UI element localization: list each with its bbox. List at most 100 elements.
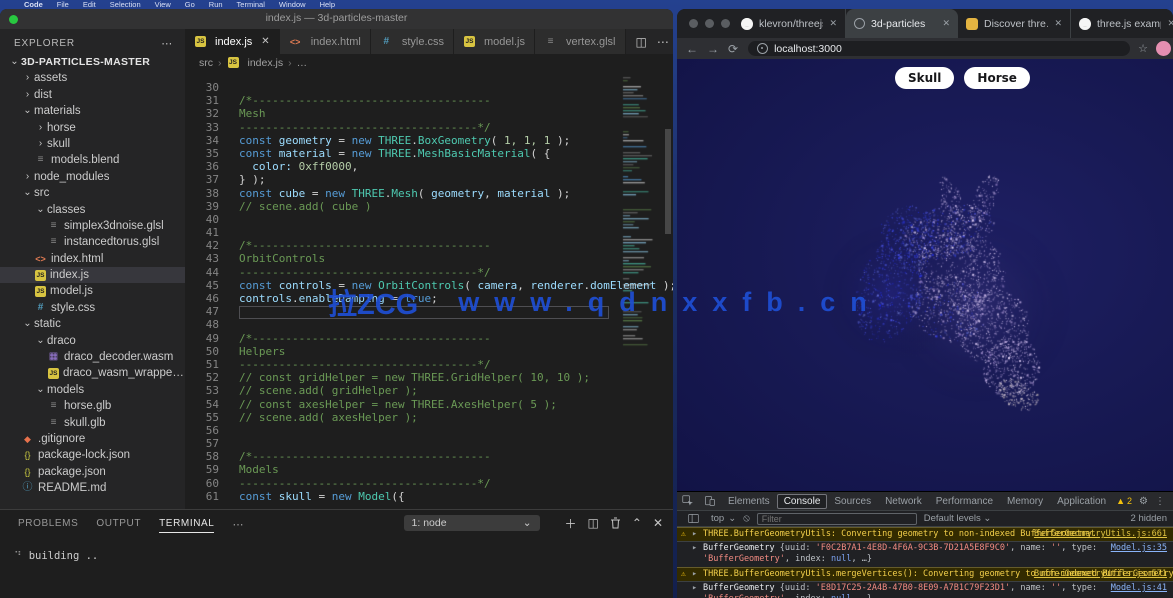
browser-tab-2[interactable]: 3d-particles✕ xyxy=(846,9,958,38)
menu-item-view[interactable]: View xyxy=(155,0,171,9)
devtools-tab-network[interactable]: Network xyxy=(878,494,929,509)
traffic-light-zoom[interactable] xyxy=(721,19,730,28)
close-tab-icon[interactable]: ✕ xyxy=(1054,18,1062,29)
devtools-tab-memory[interactable]: Memory xyxy=(1000,494,1050,509)
devtools-tab-application[interactable]: Application xyxy=(1050,494,1113,509)
skull-button[interactable]: Skull xyxy=(895,67,954,89)
kill-terminal-icon[interactable] xyxy=(610,517,621,529)
menu-item-terminal[interactable]: Terminal xyxy=(237,0,265,9)
tree-item-index.html[interactable]: <>index.html xyxy=(0,251,185,267)
inspect-element-icon[interactable] xyxy=(682,495,694,507)
close-tab-icon[interactable]: ✕ xyxy=(261,36,269,47)
menu-item-run[interactable]: Run xyxy=(209,0,223,9)
tree-item-models.blend[interactable]: ≡models.blend xyxy=(0,152,185,168)
tree-item-package-lock.json[interactable]: {}package-lock.json xyxy=(0,447,185,463)
menu-item-go[interactable]: Go xyxy=(185,0,195,9)
devtools-tab-console[interactable]: Console xyxy=(777,494,828,509)
tree-item-instancedtorus.glsl[interactable]: ≡instancedtorus.glsl xyxy=(0,234,185,250)
menu-item-edit[interactable]: Edit xyxy=(83,0,96,9)
editor-tab-style.css[interactable]: #style.css xyxy=(371,29,454,54)
editor-tab-vertex.glsl[interactable]: ≡vertex.glsl xyxy=(535,29,626,54)
reload-icon[interactable]: ⟳ xyxy=(728,42,738,56)
source-link[interactable]: Model.js:35 xyxy=(1111,543,1167,554)
close-tab-icon[interactable]: ✕ xyxy=(942,18,950,29)
back-icon[interactable]: ← xyxy=(686,42,698,56)
site-info-icon[interactable] xyxy=(757,43,768,54)
tree-item-3d-particles-master[interactable]: ⌄3D-PARTICLES-MASTER xyxy=(0,54,185,70)
tree-item-node_modules[interactable]: ›node_modules xyxy=(0,169,185,185)
tree-item-package.json[interactable]: {}package.json xyxy=(0,464,185,480)
tree-item-materials[interactable]: ⌄materials xyxy=(0,103,185,119)
close-tab-icon[interactable]: ✕ xyxy=(829,18,837,29)
tree-item-style.css[interactable]: #style.css xyxy=(0,300,185,316)
console-context-select[interactable]: top ⌄ xyxy=(711,513,736,524)
breadcrumb-item[interactable]: index.js xyxy=(248,57,284,69)
threejs-canvas[interactable] xyxy=(677,59,1173,491)
profile-avatar[interactable] xyxy=(1156,41,1171,56)
tree-item-horse.glb[interactable]: ≡horse.glb xyxy=(0,398,185,414)
editor-tab-index.html[interactable]: <>index.html xyxy=(280,29,371,54)
tree-item-src[interactable]: ⌄src xyxy=(0,185,185,201)
console-sidebar-icon[interactable] xyxy=(688,513,699,524)
tree-item-draco_wasm_wrapper.js[interactable]: JSdraco_wasm_wrapper.js xyxy=(0,365,185,381)
panel-tab-output[interactable]: OUTPUT xyxy=(96,513,141,533)
browser-tab-1[interactable]: klevron/threejs-to…✕ xyxy=(733,9,846,38)
terminal-shell-select[interactable]: 1: node ⌄ xyxy=(404,515,540,531)
expand-caret-icon[interactable]: ▸ xyxy=(692,529,697,539)
split-editor-icon[interactable]: ◫ xyxy=(636,35,647,49)
expand-caret-icon[interactable]: ▸ xyxy=(692,583,697,594)
tree-item-draco[interactable]: ⌄draco xyxy=(0,333,185,349)
devtools-tab-elements[interactable]: Elements xyxy=(721,494,777,509)
bookmark-star-icon[interactable]: ☆ xyxy=(1138,42,1148,55)
maximize-panel-icon[interactable]: ⌃ xyxy=(632,516,642,530)
split-terminal-icon[interactable]: ◫ xyxy=(588,516,599,530)
tree-item-skull[interactable]: ›skull xyxy=(0,136,185,152)
breadcrumb-item[interactable]: … xyxy=(297,57,308,69)
explorer-more-actions-icon[interactable]: ⋯ xyxy=(161,37,173,50)
tree-item-index.js[interactable]: JSindex.js xyxy=(0,267,185,283)
log-levels-select[interactable]: Default levels ⌄ xyxy=(924,513,992,524)
traffic-light-minimize[interactable] xyxy=(705,19,714,28)
browser-tab-3[interactable]: Discover thre…✕ xyxy=(958,9,1071,38)
devtools-tab-performance[interactable]: Performance xyxy=(929,494,1000,509)
horse-button[interactable]: Horse xyxy=(964,67,1030,89)
breadcrumb-item[interactable]: src xyxy=(199,57,213,69)
devtools-settings-icon[interactable]: ⚙ xyxy=(1139,496,1148,507)
editor-tab-index.js[interactable]: JSindex.js✕ xyxy=(185,29,280,54)
traffic-light-close[interactable] xyxy=(689,19,698,28)
warning-count-badge[interactable]: ▲2 xyxy=(1116,496,1132,506)
menu-item-window[interactable]: Window xyxy=(279,0,306,9)
hidden-messages-label[interactable]: 2 hidden xyxy=(1131,513,1167,524)
editor-more-actions-icon[interactable]: ⋯ xyxy=(657,35,669,49)
tree-item-draco_decoder.wasm[interactable]: ▦draco_decoder.wasm xyxy=(0,349,185,365)
close-panel-icon[interactable]: ✕ xyxy=(653,516,663,530)
panel-tab-terminal[interactable]: TERMINAL xyxy=(159,513,214,533)
tree-item-models[interactable]: ⌄models xyxy=(0,382,185,398)
clear-console-icon[interactable]: ⦸ xyxy=(743,513,750,524)
tree-item-dist[interactable]: ›dist xyxy=(0,87,185,103)
menu-item-selection[interactable]: Selection xyxy=(110,0,141,9)
tree-item-static[interactable]: ⌄static xyxy=(0,316,185,332)
menu-item-file[interactable]: File xyxy=(57,0,69,9)
expand-caret-icon[interactable]: ▸ xyxy=(692,543,697,554)
menu-item-help[interactable]: Help xyxy=(320,0,335,9)
terminal-output[interactable]: ⠙ building .. xyxy=(0,536,673,562)
tree-item-skull.glb[interactable]: ≡skull.glb xyxy=(0,415,185,431)
device-toolbar-icon[interactable] xyxy=(704,495,716,507)
forward-icon[interactable]: → xyxy=(707,42,719,56)
vscode-titlebar[interactable]: index.js — 3d-particles-master xyxy=(0,9,673,30)
tree-item-horse[interactable]: ›horse xyxy=(0,120,185,136)
editor-scrollbar[interactable] xyxy=(663,71,673,510)
console-filter-input[interactable] xyxy=(757,513,917,525)
tree-item-classes[interactable]: ⌄classes xyxy=(0,202,185,218)
menu-item-code[interactable]: Code xyxy=(24,0,43,9)
tree-item-model.js[interactable]: JSmodel.js xyxy=(0,283,185,299)
scrollbar-thumb[interactable] xyxy=(665,129,671,234)
tree-item-readme.md[interactable]: ⓘREADME.md xyxy=(0,480,185,496)
breadcrumb[interactable]: src›JSindex.js›… xyxy=(185,54,673,71)
editor-tab-model.js[interactable]: JSmodel.js xyxy=(454,29,535,54)
code-editor[interactable]: 3031/*----------------------------------… xyxy=(185,71,673,510)
minimap[interactable] xyxy=(621,75,661,355)
panel-more-icon[interactable]: ⋯ xyxy=(232,513,244,534)
expand-caret-icon[interactable]: ▸ xyxy=(692,569,697,579)
